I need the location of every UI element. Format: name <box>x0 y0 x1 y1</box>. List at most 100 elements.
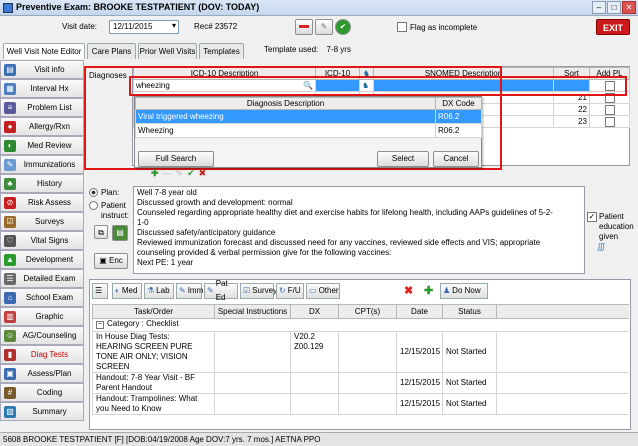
flag-incomplete-checkbox[interactable] <box>397 22 407 32</box>
toolbar-menu-icon[interactable]: ☰ <box>92 283 108 299</box>
sidebar-item-history[interactable]: ♣ History <box>0 174 84 193</box>
checkmark-icon[interactable]: ✔ <box>187 168 195 179</box>
col-cpt[interactable]: CPT(s) <box>338 304 397 319</box>
exit-button[interactable]: EXIT <box>596 19 630 35</box>
plan-radio-option[interactable]: Plan: <box>89 188 119 197</box>
maximize-icon[interactable]: □ <box>607 1 621 14</box>
sidebar-item-school-exam[interactable]: ⌂ School Exam <box>0 288 84 307</box>
sidebar-item-summary[interactable]: ▧ Summary <box>0 402 84 421</box>
visit-date-field[interactable]: 12/11/2015 ▾ <box>109 20 179 34</box>
popup-row[interactable]: Wheezing R06.2 <box>135 123 482 138</box>
order-task: In House Diag Tests: HEARING SCREEN PURE… <box>92 331 215 373</box>
add-icon[interactable]: ✚ <box>151 168 159 179</box>
toolbar-f-u-button[interactable]: ↻ F/U <box>276 283 304 299</box>
diagnosis-sort: 22 <box>553 103 590 116</box>
sidebar-item-interval-hx[interactable]: ▦ Interval Hx <box>0 79 84 98</box>
popup-row-code: R06.2 <box>435 109 482 124</box>
close-icon[interactable]: ✖ <box>199 168 207 179</box>
toolbar-imm-button[interactable]: ✎ Imm <box>176 283 203 299</box>
sidebar-item-ag-counseling[interactable]: ☺ AG/Counseling <box>0 326 84 345</box>
status-bar: 5608 BROOKE TESTPATIENT [F] [DOB:04/19/2… <box>0 432 638 446</box>
sidebar-item-risk-assess[interactable]: ⊘ Risk Assess <box>0 193 84 212</box>
minus-icon[interactable]: — <box>163 168 172 179</box>
sidebar-item-problem-list[interactable]: ≡ Problem List <box>0 98 84 117</box>
tab-well-visit-note-editor[interactable]: Well Visit Note Editor <box>3 43 85 59</box>
orders-grid: Task/Order Special Instructions DX CPT(s… <box>92 304 629 428</box>
sidebar-item-diag-tests[interactable]: ▮ Diag Tests <box>0 345 84 364</box>
sidebar-item-surveys[interactable]: ☑ Surveys <box>0 212 84 231</box>
sidebar-item-development[interactable]: ▲ Development <box>0 250 84 269</box>
plan-line: Counseled regarding appropriate healthy … <box>137 208 553 217</box>
toolbar-do-now-button[interactable]: ♟ Do Now <box>440 283 488 299</box>
cancel-button[interactable]: Cancel <box>433 151 479 167</box>
sidebar-item-coding[interactable]: # Coding <box>0 383 84 402</box>
sidebar-item-immunizations[interactable]: ✎ Immunizations <box>0 155 84 174</box>
clipboard-icon: ▤ <box>4 63 16 76</box>
sidebar-item-graphic[interactable]: ▥ Graphic <box>0 307 84 326</box>
col-date[interactable]: Date <box>396 304 443 319</box>
col-task-order[interactable]: Task/Order <box>92 304 215 319</box>
table-row[interactable]: In House Diag Tests: HEARING SCREEN PURE… <box>92 331 629 373</box>
add-pl-checkbox[interactable] <box>604 116 615 127</box>
pencil-icon[interactable]: ✎ <box>176 168 184 179</box>
sidebar-item-allergy-rxn[interactable]: ● Allergy/Rxn <box>0 117 84 136</box>
sidebar-item-label: Graphic <box>35 312 64 321</box>
col-status[interactable]: Status <box>442 304 497 319</box>
delete-order-icon[interactable]: ✖ <box>402 283 418 299</box>
col-diagnosis-description[interactable]: Diagnosis Description <box>135 97 436 110</box>
category-row[interactable]: − Category : Checklist <box>92 318 629 332</box>
add-pl-cell[interactable] <box>589 103 630 116</box>
edit-button[interactable]: ✎ <box>315 19 333 35</box>
window-title: Preventive Exam: BROOKE TESTPATIENT (DOV… <box>16 2 260 12</box>
flag-incomplete[interactable]: Flag as incomplete <box>397 22 477 32</box>
patient-education-checkbox[interactable]: ✓ <box>587 212 597 222</box>
plan-line: Discussed safety/anticipatory guidance <box>137 228 276 237</box>
toolbar-pat-ed-button[interactable]: ✎ Pat Ed <box>204 279 238 302</box>
collapse-icon[interactable]: − <box>96 321 104 329</box>
popup-row-code: R06.2 <box>435 123 482 138</box>
sidebar-item-assess-plan[interactable]: ▣ Assess/Plan <box>0 364 84 383</box>
toolbar-lab-button[interactable]: ⚗ Lab <box>144 283 174 299</box>
add-pl-checkbox[interactable] <box>604 104 615 115</box>
plan-text-area[interactable]: Well 7-8 year old Discussed growth and de… <box>133 186 585 274</box>
enc-button[interactable]: ▣ Enc <box>94 253 128 269</box>
sidebar-item-label: Detailed Exam <box>23 274 76 283</box>
table-row[interactable]: Handout: Trampolines: What you Need to K… <box>92 393 629 415</box>
sidebar-item-vital-signs[interactable]: ♡ Vital Signs <box>0 231 84 250</box>
copy-icon[interactable]: ⧉ <box>94 225 108 239</box>
col-dx[interactable]: DX <box>290 304 339 319</box>
col-dx-code[interactable]: DX Code <box>435 97 482 110</box>
pill-icon: ◐ <box>4 139 16 152</box>
toolbar-survey-button[interactable]: ☑ Survey <box>240 283 277 299</box>
plan-radio[interactable] <box>89 188 98 197</box>
patient-education[interactable]: ✓ Patient education given ∭ <box>587 212 637 252</box>
close-icon[interactable]: ✕ <box>622 1 636 14</box>
patient-instruct-option[interactable]: Patient instruct: <box>89 201 139 221</box>
toolbar-other-button[interactable]: ▭ Other <box>306 283 340 299</box>
tab-prior-well-visits[interactable]: Prior Well Visits <box>138 43 197 59</box>
tab-templates[interactable]: Templates <box>199 43 244 59</box>
add-pl-cell[interactable] <box>589 115 630 128</box>
popup-row-selected[interactable]: Viral triggered wheezing R06.2 <box>135 109 482 124</box>
select-button[interactable]: Select <box>377 151 429 167</box>
education-link-icon[interactable]: ∭ <box>597 242 637 252</box>
order-dx <box>290 393 339 415</box>
save-button[interactable]: ✔ <box>335 19 351 35</box>
table-row[interactable]: Handout: 7-8 Year Visit - BF Parent Hand… <box>92 372 629 394</box>
sidebar-item-detailed-exam[interactable]: ☰ Detailed Exam <box>0 269 84 288</box>
enc-icon: ▣ <box>99 256 107 265</box>
patient-instruct-radio[interactable] <box>89 201 98 210</box>
sidebar-item-med-review[interactable]: ◐ Med Review <box>0 136 84 155</box>
add-order-icon[interactable]: ✚ <box>422 283 438 299</box>
col-special-instructions[interactable]: Special Instructions <box>214 304 291 319</box>
patient-education-label: Patient education given <box>599 212 634 241</box>
chevron-down-icon[interactable]: ▾ <box>172 21 176 31</box>
sidebar-item-visit-info[interactable]: ▤ Visit info <box>0 60 84 79</box>
sidebar-item-label: Summary <box>32 407 67 416</box>
full-search-button[interactable]: Full Search <box>138 151 214 167</box>
delete-button[interactable] <box>295 19 313 35</box>
minimize-icon[interactable]: – <box>592 1 606 14</box>
toolbar-med-button[interactable]: ◐ Med <box>112 283 142 299</box>
tab-care-plans[interactable]: Care Plans <box>87 43 136 59</box>
book-icon[interactable]: ▤ <box>112 225 128 241</box>
